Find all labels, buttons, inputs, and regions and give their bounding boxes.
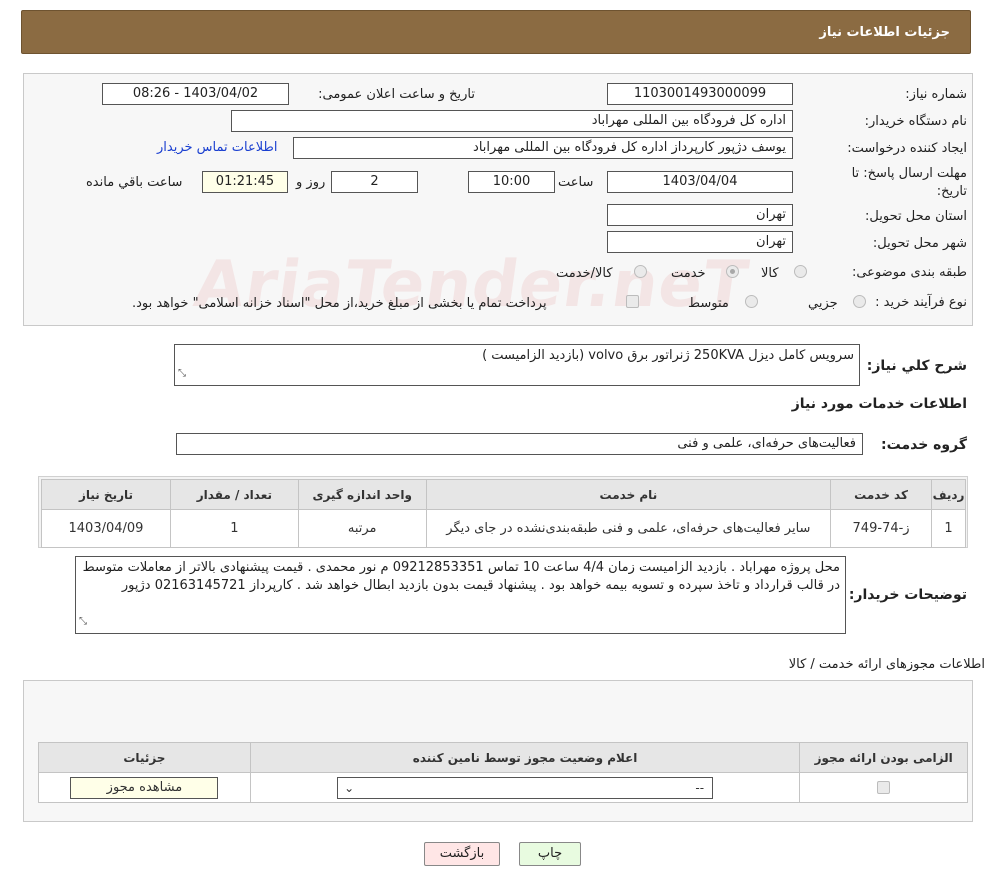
buyer-contact-link[interactable]: اطلاعات تماس خریدار xyxy=(157,140,277,155)
purchase-partial-label: جزیي xyxy=(808,296,838,311)
col-code: کد خدمت xyxy=(830,479,933,510)
cell-unit: مرتبه xyxy=(297,509,427,548)
chevron-down-icon: ⌄ xyxy=(344,780,355,795)
treasury-note: پرداخت تمام یا بخشی از مبلغ خرید،از محل … xyxy=(132,296,547,311)
service-group-field: فعالیت‌های حرفه‌ای، علمی و فنی xyxy=(176,433,863,455)
col-unit: واحد اندازه گیری xyxy=(297,479,427,510)
service-table-header: ردیف کد خدمت نام خدمت واحد اندازه گیری ت… xyxy=(41,479,966,510)
back-button[interactable]: بازگشت xyxy=(424,842,500,866)
deadline-days-label: روز و xyxy=(296,175,326,190)
category-label: طبقه بندی موضوعی: xyxy=(851,265,967,280)
permits-table: الزامی بودن ارائه مجوز اعلام وضعیت مجوز … xyxy=(38,742,968,803)
province-field: تهران xyxy=(607,204,793,226)
creator-field: یوسف دژپور کارپرداز اداره کل فرودگاه بین… xyxy=(293,137,793,159)
deadline-time-field: 10:00 xyxy=(468,171,555,193)
view-permit-button[interactable]: مشاهده مجوز xyxy=(70,776,219,799)
print-button[interactable]: چاپ xyxy=(519,842,581,866)
purchase-partial-radio[interactable] xyxy=(853,295,866,308)
page-title: جزئیات اطلاعات نیاز xyxy=(819,25,950,40)
permit-required-checkbox[interactable] xyxy=(877,780,891,794)
deadline-label-line1: مهلت ارسال پاسخ: تا xyxy=(851,166,967,181)
purchase-medium-radio[interactable] xyxy=(745,295,758,308)
col-name: نام خدمت xyxy=(425,479,832,510)
permits-table-header: الزامی بودن ارائه مجوز اعلام وضعیت مجوز … xyxy=(38,742,968,773)
col-date: تاریخ نیاز xyxy=(41,479,171,510)
col-qty: تعداد / مقدار xyxy=(169,479,299,510)
col-permit-status: اعلام وضعیت مجوز توسط نامین کننده xyxy=(249,742,801,773)
city-label: شهر محل تحویل: xyxy=(872,236,967,251)
table-row: 1 ز-74-749 سایر فعالیت‌های حرفه‌ای، علمی… xyxy=(41,509,966,548)
cell-date: 1403/04/09 xyxy=(41,509,171,548)
purchase-medium-label: متوسط xyxy=(688,296,729,311)
permit-status-select[interactable]: ⌄ -- xyxy=(337,776,714,799)
province-label: استان محل تحویل: xyxy=(865,209,967,224)
deadline-label-line2: تاریخ: xyxy=(936,184,967,199)
col-permit-required: الزامی بودن ارائه مجوز xyxy=(799,742,968,773)
summary-text: سرویس کامل دیزل 250KVA ژنراتور برق volvo… xyxy=(482,348,854,363)
summary-label: شرح کلي نياز: xyxy=(866,358,967,374)
cell-row: 1 xyxy=(931,509,966,548)
cell-code: ز-74-749 xyxy=(830,509,933,548)
col-row: ردیف xyxy=(931,479,966,510)
cell-qty: 1 xyxy=(169,509,299,548)
permits-section-title: اطلاعات مجوزهای ارائه خدمت / کالا xyxy=(788,657,985,672)
category-both-label: کالا/خدمت xyxy=(556,266,613,281)
cell-permit-details: مشاهده مجوز xyxy=(38,772,251,803)
cell-name: سایر فعالیت‌های حرفه‌ای، علمی و فنی طبقه… xyxy=(425,509,832,548)
category-goods-radio[interactable] xyxy=(794,265,807,278)
buyer-org-label: نام دستگاه خریدار: xyxy=(864,114,967,129)
table-row: ⌄ -- مشاهده مجوز xyxy=(38,772,968,803)
services-section-title: اطلاعات خدمات مورد نیاز xyxy=(791,396,967,412)
resize-handle-icon[interactable]: ⤡ xyxy=(178,365,186,383)
permit-status-value: -- xyxy=(695,780,705,795)
buyer-notes-text: محل پروژه مهراباد . بازدید الزامیست زمان… xyxy=(82,560,840,593)
category-service-radio[interactable] xyxy=(726,265,739,278)
summary-textarea: سرویس کامل دیزل 250KVA ژنراتور برق volvo… xyxy=(174,344,860,386)
service-table: ردیف کد خدمت نام خدمت واحد اندازه گیری ت… xyxy=(41,479,966,548)
need-number-field: 1103001493000099 xyxy=(607,83,793,105)
col-permit-details: جزئیات xyxy=(38,742,251,773)
creator-label: ایجاد کننده درخواست: xyxy=(847,141,967,156)
need-number-label: شماره نیاز: xyxy=(905,87,967,102)
deadline-days-field: 2 xyxy=(331,171,418,193)
announce-label: تاریخ و ساعت اعلان عمومی: xyxy=(318,87,475,102)
treasury-checkbox[interactable] xyxy=(626,295,639,308)
service-group-label: گروه خدمت: xyxy=(881,437,967,453)
remaining-time-field: 01:21:45 xyxy=(202,171,288,193)
city-field: تهران xyxy=(607,231,793,253)
page-header: جزئیات اطلاعات نیاز xyxy=(21,10,971,54)
buyer-org-field: اداره کل فرودگاه بین المللی مهراباد xyxy=(231,110,793,132)
resize-handle-icon[interactable]: ⤡ xyxy=(79,613,87,631)
remaining-time-label: ساعت باقي مانده xyxy=(86,175,183,190)
category-both-radio[interactable] xyxy=(634,265,647,278)
deadline-time-label: ساعت xyxy=(558,175,594,190)
announce-field: 1403/04/02 - 08:26 xyxy=(102,83,289,105)
deadline-date-field: 1403/04/04 xyxy=(607,171,793,193)
cell-permit-required xyxy=(799,772,968,803)
purchase-type-label: نوع فرآیند خرید : xyxy=(875,295,967,310)
category-goods-label: کالا xyxy=(761,266,779,281)
buyer-notes-textarea: محل پروژه مهراباد . بازدید الزامیست زمان… xyxy=(75,556,846,634)
category-service-label: خدمت xyxy=(671,266,706,281)
buyer-notes-label: توضیحات خریدار: xyxy=(848,587,967,603)
cell-permit-status: ⌄ -- xyxy=(249,772,801,803)
